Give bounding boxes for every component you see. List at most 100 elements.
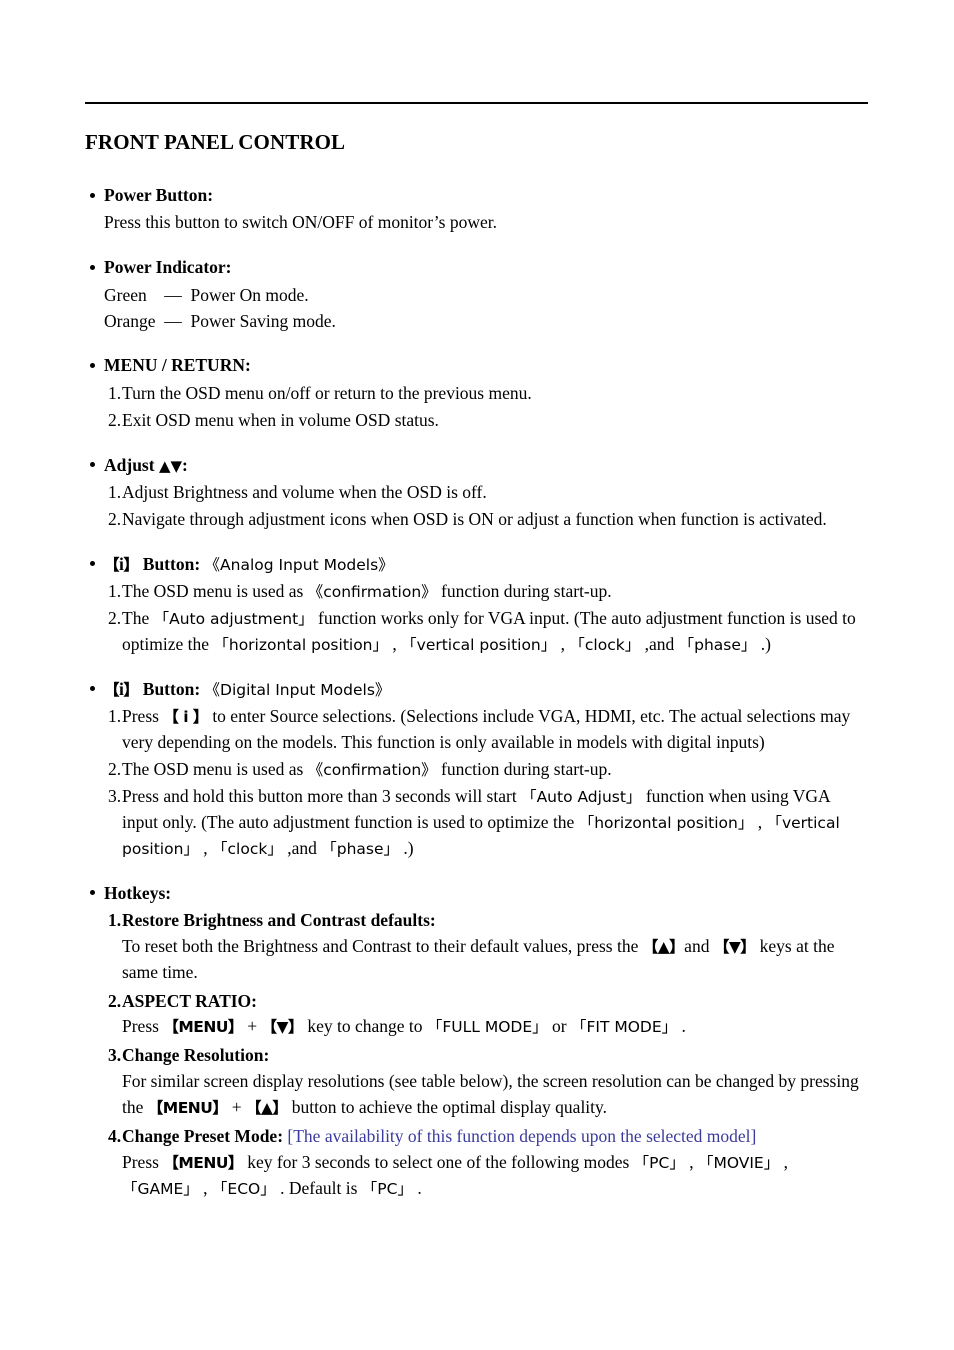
text-run: .) (399, 837, 414, 858)
bracketed-term: 「Auto adjustment」 (153, 610, 314, 628)
list-item-number: 1. (108, 706, 122, 727)
hotkey-title-text: Change Resolution: (122, 1045, 270, 1066)
bullet-icon (90, 561, 95, 567)
bracketed-term: 「PC」 (633, 1153, 685, 1172)
hotkey-body: Press 【MENU】 key for 3 seconds to select… (122, 1150, 868, 1202)
hotkey-title: Restore Brightness and Contrast defaults… (122, 908, 868, 934)
bracket-open-icon: 【 (104, 680, 120, 699)
hotkey-title: Change Preset Mode: [The availability of… (122, 1124, 868, 1150)
text-run: and (684, 935, 714, 956)
section-hotkeys: Hotkeys: 1. Restore Brightness and Contr… (85, 881, 868, 1202)
list-item-text: The OSD menu is used as 《confirmation》 f… (122, 581, 612, 601)
list-item: 2. Navigate through adjustment icons whe… (85, 507, 868, 533)
bracketed-term: 「phase」 (678, 635, 757, 654)
bracket-open-icon: 【 (104, 555, 120, 574)
bracketed-term: 「phase」 (321, 839, 400, 858)
hotkey-title-text: Restore Brightness and Contrast defaults… (122, 909, 436, 930)
text-run: , (684, 1151, 698, 1172)
hotkey-item: 2. ASPECT RATIO: Press 【MENU】 + 【▼】 key … (85, 989, 868, 1041)
section-i-button-analog: 【i】 Button: 《Analog Input Models》 1. The… (85, 552, 868, 658)
list-item-text: Press and hold this button more than 3 s… (122, 786, 840, 858)
hotkey-number: 1. (108, 909, 122, 930)
list-item: 1. Adjust Brightness and volume when the… (85, 480, 868, 506)
list-item-number: 2. (108, 508, 122, 529)
i-button-digital-list: 1. Press 【 i 】 to enter Source selection… (85, 704, 868, 861)
adjust-list: 1. Adjust Brightness and volume when the… (85, 480, 868, 533)
bullet-icon (90, 363, 95, 369)
bracketed-term: 「MOVIE」 (697, 1153, 780, 1172)
list-item: 2. The OSD menu is used as 《confirmation… (85, 757, 868, 783)
text-run: ,and (282, 837, 322, 858)
list-item: 3. Press and hold this button more than … (85, 784, 868, 862)
text-run: To reset both the Brightness and Contras… (122, 935, 643, 956)
list-item: 2. The 「Auto adjustment」 function works … (85, 606, 868, 658)
list-item-text: Navigate through adjustment icons when O… (122, 508, 827, 529)
section-power-button: Power Button: Press this button to switc… (85, 183, 868, 236)
power-button-body: Press this button to switch ON/OFF of mo… (104, 212, 497, 233)
list-item-number: 1. (108, 382, 122, 403)
section-power-indicator: Power Indicator: Green — Power On mode. … (85, 255, 868, 334)
bracketed-term: 「FULL MODE」 (426, 1018, 548, 1037)
key-label: 【MENU】 (163, 1018, 243, 1037)
text-run: , (198, 837, 213, 858)
hotkey-number: 4. (108, 1126, 122, 1146)
text-run: function during start-up. (436, 758, 612, 779)
bracketed-term: 「ECO」 (211, 1179, 276, 1198)
text-run: , (753, 811, 767, 832)
power-button-heading: Power Button: (85, 183, 868, 208)
i-button-analog-label: Button: (142, 553, 201, 574)
text-run: ,and (640, 633, 679, 654)
section-i-button-digital: 【i】 Button: 《Digital Input Models》 1. Pr… (85, 677, 868, 862)
power-indicator-row: Green — Power On mode. (104, 284, 309, 305)
menu-return-list: 1. Turn the OSD menu on/off or return to… (85, 381, 868, 434)
page-title: FRONT PANEL CONTROL (85, 130, 346, 154)
i-button-digital-label: Button: (142, 678, 201, 699)
bullet-icon (90, 192, 95, 198)
text-run: key for 3 seconds to select one of the f… (242, 1151, 634, 1172)
power-indicator-heading-label: Power Indicator: (104, 257, 232, 278)
arrow-down-icon: ▼ (170, 456, 183, 475)
list-item: 1. Turn the OSD menu on/off or return to… (85, 381, 868, 407)
hotkey-note: [The availability of this function depen… (287, 1126, 757, 1146)
list-item-text: Exit OSD menu when in volume OSD status. (122, 409, 439, 430)
bracketed-term: 「horizontal position」 (213, 635, 389, 654)
text-run: + (227, 1097, 246, 1118)
bracketed-term: 「PC」 (361, 1179, 413, 1198)
hotkeys-list: 1. Restore Brightness and Contrast defau… (85, 908, 868, 1202)
key-label: 【▲】 (642, 937, 685, 956)
menu-return-heading: MENU / RETURN: (85, 353, 868, 378)
text-run: , (388, 633, 402, 654)
page-content: FRONT PANEL CONTROL Power Button: Press … (85, 130, 868, 1221)
text-run: , (779, 1151, 788, 1172)
bracketed-term: 「vertical position」 (401, 635, 557, 654)
text-run: . Default is (275, 1177, 362, 1198)
list-item-number: 2. (108, 758, 122, 779)
i-button-analog-models: 《Analog Input Models》 (204, 555, 394, 574)
bullet-icon (90, 890, 95, 896)
text-run: The (122, 608, 154, 628)
adjust-heading: Adjust ▲▼: (85, 453, 868, 478)
text-run: + (242, 1016, 262, 1037)
text-run: .) (756, 633, 771, 654)
bracket-close-icon: 】 (123, 680, 139, 699)
hotkey-number: 3. (108, 1045, 122, 1066)
text-run: The OSD menu is used as (122, 758, 308, 779)
text-run: Press and hold this button more than 3 s… (122, 785, 522, 806)
text-run: key to change to (302, 1016, 427, 1037)
list-item-number: 1. (108, 581, 122, 602)
list-item-text: The 「Auto adjustment」 function works onl… (122, 608, 856, 654)
list-item: 2. Exit OSD menu when in volume OSD stat… (85, 408, 868, 434)
list-item-text: Turn the OSD menu on/off or return to th… (122, 382, 532, 403)
section-adjust: Adjust ▲▼: 1. Adjust Brightness and volu… (85, 453, 868, 533)
power-indicator-heading: Power Indicator: (85, 255, 868, 280)
hotkeys-heading-label: Hotkeys: (104, 882, 172, 903)
text-run: . (412, 1177, 422, 1198)
text-run: Press (122, 1151, 164, 1172)
hotkey-item: 4. Change Preset Mode: [The availability… (85, 1124, 868, 1202)
hotkey-body: To reset both the Brightness and Contras… (122, 934, 868, 986)
hotkey-body: For similar screen display resolutions (… (122, 1069, 868, 1121)
i-button-analog-heading: 【i】 Button: 《Analog Input Models》 (85, 552, 868, 577)
bracketed-term: 「clock」 (212, 839, 283, 858)
text-run: button to achieve the optimal display qu… (287, 1097, 608, 1118)
list-item-text: Press 【 i 】 to enter Source selections. … (122, 706, 850, 752)
